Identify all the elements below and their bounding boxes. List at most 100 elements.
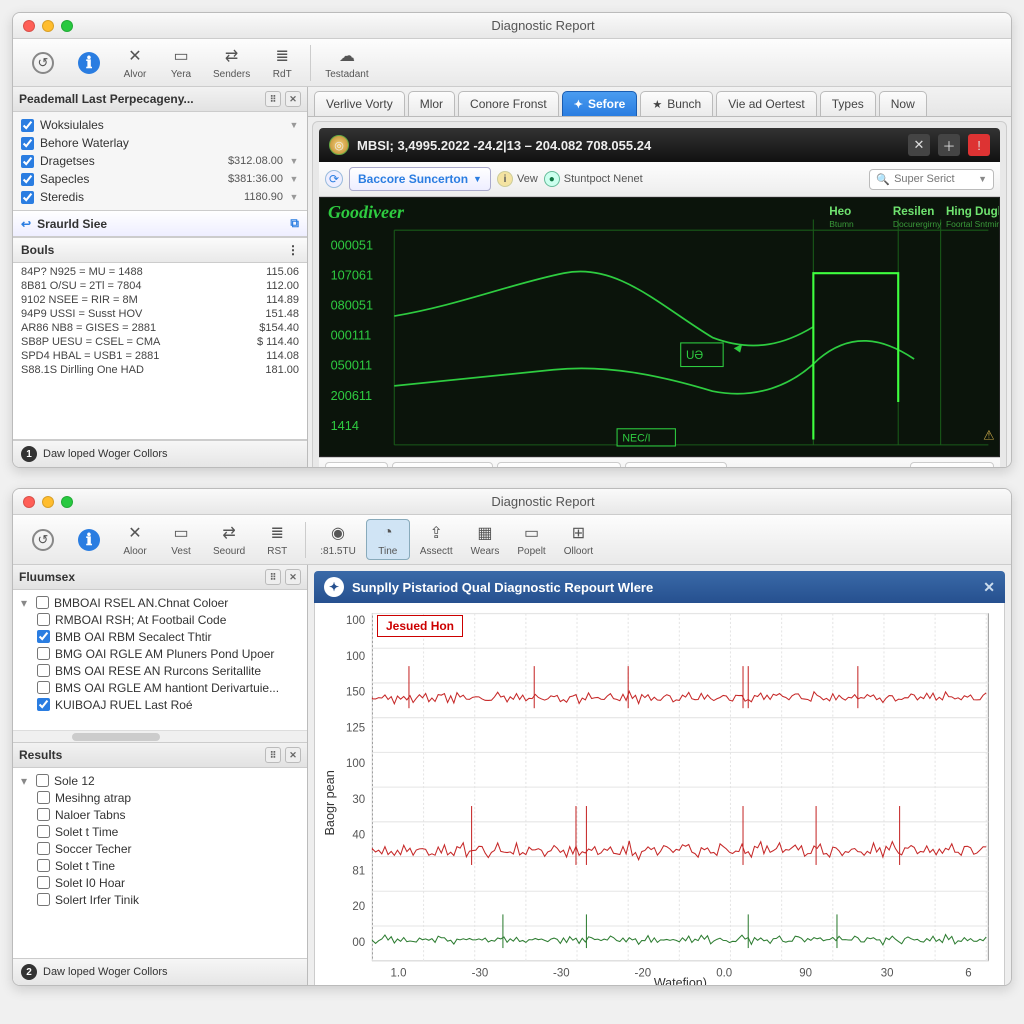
tab-now[interactable]: Now xyxy=(879,91,927,116)
section-menu-icon[interactable]: ⋮ xyxy=(287,243,299,257)
tab-types[interactable]: Types xyxy=(820,91,876,116)
checkbox[interactable] xyxy=(37,647,50,660)
scope-add-icon[interactable]: ＋ xyxy=(938,134,960,156)
toolbar-history[interactable]: ↺ xyxy=(21,50,65,76)
scope-search[interactable]: 🔍 ▼ xyxy=(869,169,994,190)
close-icon[interactable] xyxy=(23,496,35,508)
section-saved[interactable]: ↩ Sraurld Siee ⧉ xyxy=(13,210,307,237)
tab-sefore[interactable]: ✦Sefore xyxy=(562,91,638,116)
checkbox[interactable] xyxy=(21,119,34,132)
table-row[interactable]: 9102 NSEE = RIR = 8M114.89 xyxy=(13,293,307,307)
tree-row[interactable]: Solert Irfer Tinik xyxy=(15,891,305,908)
toolbar-yera[interactable]: ▭Yera xyxy=(159,43,203,82)
section-action-icon[interactable]: ⧉ xyxy=(290,216,299,231)
toolbar-vest[interactable]: ▭Vest xyxy=(159,520,203,559)
results-tree[interactable]: ▾ Sole 12 Mesihng atrap Naloer Tabns Sol… xyxy=(13,768,307,958)
toolbar-aloor[interactable]: ✕Aloor xyxy=(113,520,157,559)
panel-close-icon[interactable]: ✕ xyxy=(285,569,301,585)
tree-row[interactable]: Solet I0 Hoar xyxy=(15,874,305,891)
checkbox[interactable] xyxy=(37,681,50,694)
checkbox[interactable] xyxy=(36,774,49,787)
chevron-down-icon[interactable]: ▼ xyxy=(289,192,299,202)
table-row[interactable]: S88.1S Dirlling One HAD181.00 xyxy=(13,363,307,377)
panel-close-icon[interactable]: ✕ xyxy=(285,747,301,763)
horizontal-scrollbar[interactable] xyxy=(13,730,307,742)
footer-right[interactable]: Photestign.⇲ xyxy=(910,462,994,468)
waveform-plot[interactable]: Jesued Hon 1001001501251003040812000 1.0… xyxy=(314,603,1005,986)
tree-row[interactable]: BMS OAI RESE AN Rurcons Seritallite xyxy=(15,662,305,679)
checkbox[interactable] xyxy=(21,173,34,186)
checkbox[interactable] xyxy=(37,842,50,855)
source-tree[interactable]: ▾ BMBOAI RSEL AN.Chnat Coloer RMBOAI RSH… xyxy=(13,590,307,730)
table-row[interactable]: 94P9 USSI = Susst HOV151.48 xyxy=(13,307,307,321)
table-row[interactable]: SPD4 HBAL = USB1 = 2881114.08 xyxy=(13,349,307,363)
tree-row[interactable]: BMB OAI RBM Secalect Thtir xyxy=(15,628,305,645)
footer-chip[interactable]: ⊞Sanels xyxy=(325,462,388,468)
tree-row[interactable]: Mesihng atrap xyxy=(15,789,305,806)
section-bouls[interactable]: Bouls ⋮ xyxy=(13,237,307,263)
panel-settings-icon[interactable]: ⠿ xyxy=(265,91,281,107)
table-row[interactable]: 84P? N925 = MU = 1488115.06 xyxy=(13,265,307,279)
checkbox[interactable] xyxy=(36,596,49,609)
checkbox[interactable] xyxy=(37,791,50,804)
data-table[interactable]: 84P? N925 = MU = 1488115.068B81 O/SU = 2… xyxy=(13,263,307,440)
filter-row[interactable]: Woksiulales ▼ xyxy=(13,116,307,134)
tree-row[interactable]: ▾ BMBOAI RSEL AN.Chnat Coloer xyxy=(15,594,305,611)
tree-row[interactable]: Soccer Techer xyxy=(15,840,305,857)
toolbar-history[interactable]: ↺ xyxy=(21,527,65,553)
maximize-icon[interactable] xyxy=(61,496,73,508)
toolbar-assect[interactable]: ⇪Assectt xyxy=(412,520,461,559)
footer-chip[interactable]: ▦Draugh Fine Aclent xyxy=(497,462,621,468)
titlebar[interactable]: Diagnostic Report xyxy=(13,489,1011,515)
checkbox[interactable] xyxy=(37,893,50,906)
checkbox[interactable] xyxy=(37,664,50,677)
scope-mode-dropdown[interactable]: Baccore Suncerton ▼ xyxy=(349,167,491,191)
checkbox[interactable] xyxy=(37,859,50,872)
toolbar-seourd[interactable]: ⇄Seourd xyxy=(205,520,253,559)
toolbar-wears[interactable]: ▦Wears xyxy=(463,520,508,559)
toolbar-info[interactable]: ℹ xyxy=(67,527,111,553)
tree-row[interactable]: BMS OAI RGLE AM hantiont Derivartuie... xyxy=(15,679,305,696)
filter-row[interactable]: Dragetses $312.08.00 ▼ xyxy=(13,152,307,170)
table-row[interactable]: AR86 NB8 = GISES = 2881$154.40 xyxy=(13,321,307,335)
chevron-down-icon[interactable]: ▼ xyxy=(289,174,299,184)
tree-row[interactable]: BMG OAI RGLE AM Pluners Pond Upoer xyxy=(15,645,305,662)
maximize-icon[interactable] xyxy=(61,20,73,32)
footer-chip[interactable]: ▢Winded Witec) xyxy=(625,462,727,468)
toolbar-alvor[interactable]: ✕Alvor xyxy=(113,43,157,82)
view-chip[interactable]: i Vew xyxy=(497,171,538,187)
filter-row[interactable]: Behore Waterlay xyxy=(13,134,307,152)
panel-settings-icon[interactable]: ⠿ xyxy=(265,747,281,763)
tree-row[interactable]: ▾ Sole 12 xyxy=(15,772,305,789)
report-close-icon[interactable]: ✕ xyxy=(983,579,995,596)
tree-row[interactable]: RMBOAI RSH; At Footbail Code xyxy=(15,611,305,628)
footer-chip[interactable]: ⚑Selure Pouchs xyxy=(392,462,493,468)
tab-verlive-vorty[interactable]: Verlive Vorty xyxy=(314,91,405,116)
scope-mode-icon[interactable]: ⟳ xyxy=(325,170,343,188)
chevron-down-icon[interactable]: ▼ xyxy=(289,156,299,166)
toolbar-popelt[interactable]: ▭Popelt xyxy=(509,520,553,559)
checkbox[interactable] xyxy=(37,876,50,889)
minimize-icon[interactable] xyxy=(42,496,54,508)
checkbox[interactable] xyxy=(37,630,50,643)
tree-row[interactable]: Solet t Tine xyxy=(15,857,305,874)
scope-close-icon[interactable]: ✕ xyxy=(908,134,930,156)
toolbar-testadant[interactable]: ☁Testadant xyxy=(317,43,376,82)
tree-row[interactable]: KUIBOAJ RUEL Last Roé xyxy=(15,696,305,713)
panel-close-icon[interactable]: ✕ xyxy=(285,91,301,107)
toolbar-info[interactable]: ℹ xyxy=(67,50,111,76)
checkbox[interactable] xyxy=(37,825,50,838)
toolbar-olloort[interactable]: ⊞Olloort xyxy=(556,520,601,559)
checkbox[interactable] xyxy=(37,698,50,711)
toolbar-val[interactable]: ◉:81.5TU xyxy=(312,520,364,559)
close-icon[interactable] xyxy=(23,20,35,32)
toolbar-senders[interactable]: ⇄Senders xyxy=(205,43,258,82)
disclosure-icon[interactable]: ▾ xyxy=(21,774,31,788)
filter-row[interactable]: Sapecles $381:36.00 ▼ xyxy=(13,170,307,188)
checkbox[interactable] xyxy=(21,137,34,150)
second-chip[interactable]: ● Stuntpoct Nenet xyxy=(544,171,643,187)
checkbox[interactable] xyxy=(37,808,50,821)
checkbox[interactable] xyxy=(37,613,50,626)
tab-mlor[interactable]: Mlor xyxy=(408,91,455,116)
chevron-down-icon[interactable]: ▼ xyxy=(289,120,299,130)
